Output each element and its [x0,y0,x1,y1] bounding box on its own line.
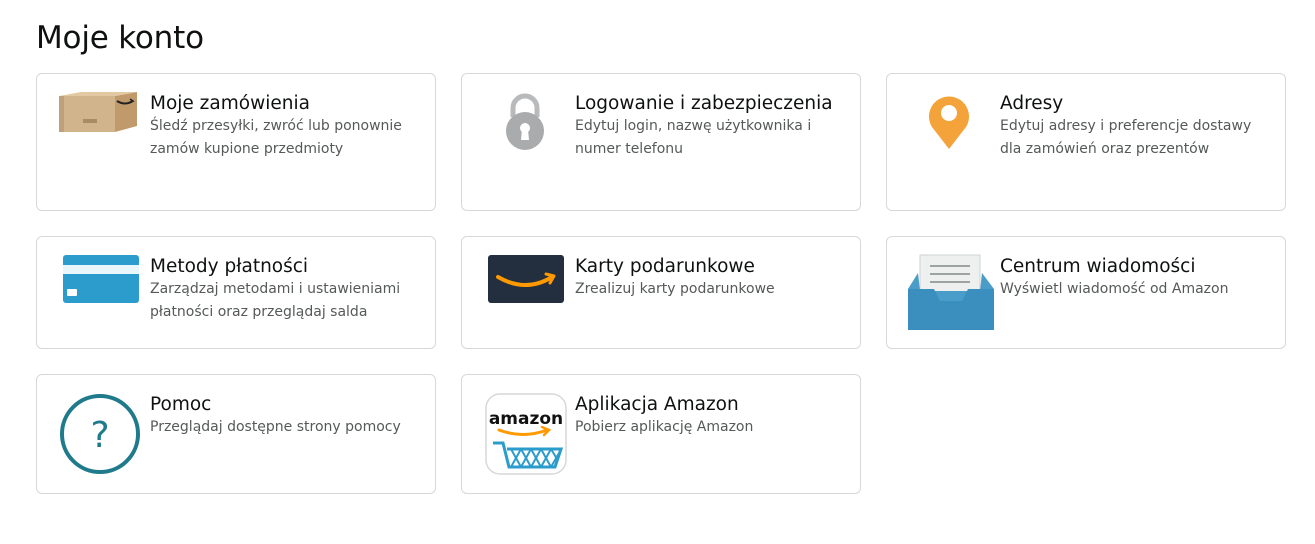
amazon-app-icon: amazon [485,393,567,479]
card-title[interactable]: Moje zamówienia [150,90,425,117]
question-mark-icon: ? [59,393,141,479]
package-box-icon [59,92,139,136]
card-orders[interactable]: Moje zamówienia Śledź przesyłki, zwróć l… [36,73,436,211]
card-description: Zarządzaj metodami i ustawieniami płatno… [150,281,401,320]
card-description: Pobierz aplikację Amazon [575,419,754,435]
padlock-icon [504,91,546,155]
page-title: Moje konto [36,20,204,56]
card-description: Wyświetl wiadomość od Amazon [1000,281,1229,297]
card-title[interactable]: Centrum wiadomości [1000,253,1275,280]
card-help[interactable]: ? Pomoc Przeglądaj dostępne strony pomoc… [36,374,436,494]
card-title[interactable]: Metody płatności [150,253,425,280]
card-description: Edytuj adresy i preferencje dostawy dla … [1000,118,1252,157]
card-message-center[interactable]: Centrum wiadomości Wyświetl wiadomość od… [886,236,1286,349]
card-addresses[interactable]: Adresy Edytuj adresy i preferencje dosta… [886,73,1286,211]
card-title[interactable]: Logowanie i zabezpieczenia [575,90,850,117]
card-title[interactable]: Adresy [1000,90,1275,117]
card-title[interactable]: Aplikacja Amazon [575,391,850,418]
map-pin-icon [924,91,974,155]
amazon-logo-text: amazon [489,409,563,429]
card-description: Zrealizuj karty podarunkowe [575,281,775,297]
card-login-security[interactable]: Logowanie i zabezpieczenia Edytuj login,… [461,73,861,211]
inbox-tray-icon [908,251,994,335]
card-title[interactable]: Pomoc [150,391,425,418]
credit-card-icon [63,255,139,307]
card-description: Przeglądaj dostępne strony pomocy [150,419,401,435]
card-title[interactable]: Karty podarunkowe [575,253,850,280]
svg-text:?: ? [90,415,109,456]
card-payment-methods[interactable]: Metody płatności Zarządzaj metodami i us… [36,236,436,349]
gift-card-icon [488,255,564,307]
card-description: Śledź przesyłki, zwróć lub ponownie zamó… [150,118,402,157]
card-description: Edytuj login, nazwę użytkownika i numer … [575,118,812,157]
card-gift-cards[interactable]: Karty podarunkowe Zrealizuj karty podaru… [461,236,861,349]
card-amazon-app[interactable]: amazon Aplikacja Amazon Pobierz aplikacj… [461,374,861,494]
